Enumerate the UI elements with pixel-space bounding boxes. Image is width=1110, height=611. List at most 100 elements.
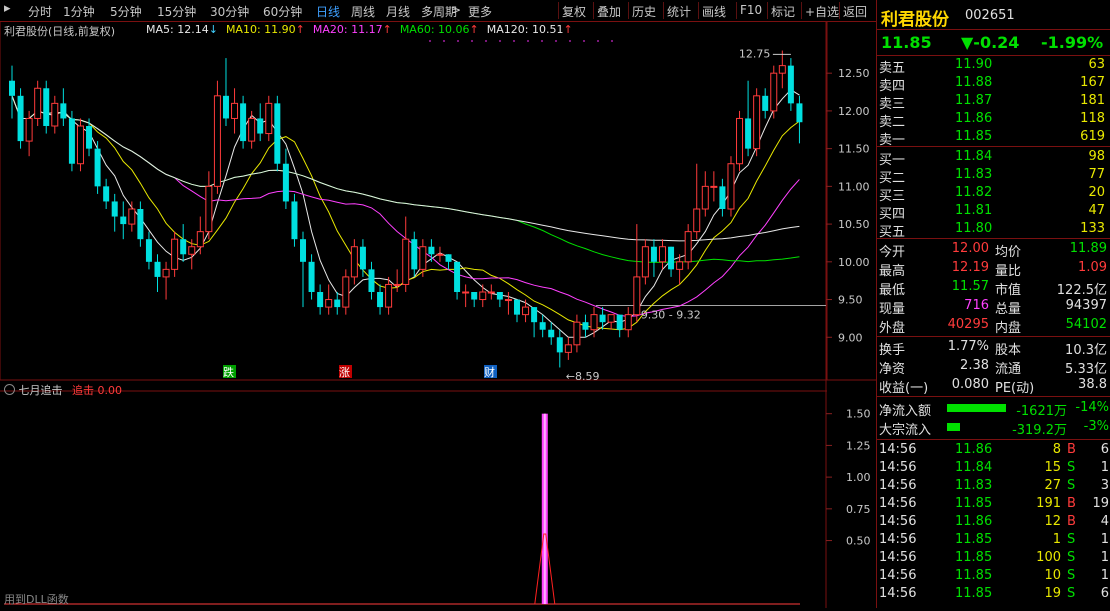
toolbar-button[interactable]: 画线 xyxy=(702,3,726,20)
tick-row[interactable]: 14:56 11.86 8 B 6 xyxy=(877,441,1110,459)
candle[interactable] xyxy=(43,80,50,134)
candle[interactable] xyxy=(265,95,273,142)
candle[interactable] xyxy=(513,299,520,323)
candle[interactable] xyxy=(402,216,410,292)
ask-row[interactable]: 卖一 11.85 619 xyxy=(877,128,1110,148)
toolbar-button[interactable]: 返回 xyxy=(843,3,867,20)
candle[interactable] xyxy=(76,118,84,172)
bid-row[interactable]: 买一 11.84 98 xyxy=(877,148,1110,168)
period-tab[interactable]: 更多 xyxy=(468,3,492,20)
candle[interactable] xyxy=(377,284,384,315)
bid-row[interactable]: 买五 11.80 133 xyxy=(877,220,1110,240)
period-tab[interactable]: 5分钟 xyxy=(110,3,142,20)
toolbar-button[interactable]: 复权 xyxy=(562,3,586,20)
candle[interactable] xyxy=(137,201,144,247)
candle[interactable] xyxy=(564,337,572,360)
candle[interactable] xyxy=(787,58,794,111)
candle[interactable] xyxy=(17,88,24,149)
candle[interactable] xyxy=(60,88,67,126)
period-tab[interactable]: 周线 xyxy=(351,3,375,20)
candle[interactable] xyxy=(633,224,641,323)
candle[interactable] xyxy=(556,329,563,368)
candle[interactable] xyxy=(222,58,229,126)
candle[interactable] xyxy=(282,148,289,209)
toolbar-button[interactable]: 叠加 xyxy=(597,3,621,20)
candle[interactable] xyxy=(300,231,307,308)
candle[interactable] xyxy=(162,261,170,300)
candle[interactable] xyxy=(548,322,555,345)
candle[interactable] xyxy=(103,178,110,209)
bid-row[interactable]: 买二 11.83 77 xyxy=(877,166,1110,186)
candle[interactable] xyxy=(624,307,632,338)
period-tab[interactable]: 60分钟 xyxy=(263,3,302,20)
candle[interactable] xyxy=(778,50,786,89)
tick-row[interactable]: 14:56 11.85 1 S 1 xyxy=(877,531,1110,549)
tick-row[interactable]: 14:56 11.85 10 S 1 xyxy=(877,567,1110,585)
toolbar-button[interactable]: 标记 xyxy=(771,3,795,20)
candle[interactable] xyxy=(745,80,752,157)
candle[interactable] xyxy=(317,284,324,315)
candle[interactable] xyxy=(796,95,803,144)
candle[interactable] xyxy=(727,156,735,217)
candle[interactable] xyxy=(325,284,333,315)
candle[interactable] xyxy=(658,239,666,270)
candle[interactable] xyxy=(599,307,606,330)
tick-row[interactable]: 14:56 11.83 27 S 3 xyxy=(877,477,1110,495)
candle[interactable] xyxy=(94,141,101,194)
candle[interactable] xyxy=(428,239,435,262)
candle[interactable] xyxy=(454,261,461,300)
candle[interactable] xyxy=(479,284,487,308)
candle[interactable] xyxy=(573,314,581,353)
candle[interactable] xyxy=(342,269,350,315)
candle[interactable] xyxy=(257,103,264,142)
candle[interactable] xyxy=(753,88,761,157)
candle[interactable] xyxy=(128,201,136,232)
period-tab[interactable]: 分时 xyxy=(28,3,52,20)
candle[interactable] xyxy=(668,246,675,277)
candle[interactable] xyxy=(607,314,615,330)
candle[interactable] xyxy=(274,95,281,172)
tick-row[interactable]: 14:56 11.85 100 S 1 xyxy=(877,549,1110,567)
candle[interactable] xyxy=(616,314,623,338)
candle[interactable] xyxy=(504,292,512,315)
candle[interactable] xyxy=(770,65,778,119)
ask-row[interactable]: 卖四 11.88 167 xyxy=(877,74,1110,94)
more-arrow-icon[interactable]: > xyxy=(451,3,461,17)
candle[interactable] xyxy=(308,254,315,300)
candle[interactable] xyxy=(719,178,726,217)
candle[interactable] xyxy=(393,269,401,292)
event-marker[interactable]: 财 xyxy=(484,365,497,379)
toolbar-button[interactable]: F10 xyxy=(740,3,762,17)
ask-row[interactable]: 卖五 11.90 63 xyxy=(877,56,1110,76)
candle[interactable] xyxy=(445,254,452,270)
candle[interactable] xyxy=(51,95,59,134)
candle[interactable] xyxy=(693,163,701,240)
chart-area[interactable]: 12.50 12.00 11.50 11.00 10.50 10.00 9.50 9.00 12… xyxy=(0,20,876,608)
tick-row[interactable]: 14:56 11.86 12 B 4 xyxy=(877,513,1110,531)
candle[interactable] xyxy=(205,171,213,240)
candle[interactable] xyxy=(231,88,239,134)
candle[interactable] xyxy=(436,246,444,262)
event-marker[interactable]: 跌 xyxy=(223,365,236,379)
candle[interactable] xyxy=(120,201,127,240)
period-tab[interactable]: 1分钟 xyxy=(63,3,95,20)
candle[interactable] xyxy=(736,110,744,172)
tick-row[interactable]: 14:56 11.85 19 S 6 xyxy=(877,585,1110,603)
period-tab[interactable]: 30分钟 xyxy=(210,3,249,20)
tick-row[interactable]: 14:56 11.84 15 S 1 xyxy=(877,459,1110,477)
candle[interactable] xyxy=(676,254,684,285)
candle[interactable] xyxy=(350,239,358,285)
candle[interactable] xyxy=(9,65,15,119)
candle[interactable] xyxy=(334,292,341,315)
candle[interactable] xyxy=(25,110,33,157)
sub-chart-menu-icon[interactable] xyxy=(4,384,15,395)
toolbar-button[interactable]: 历史 xyxy=(632,3,656,20)
candle[interactable] xyxy=(531,307,538,338)
period-tab[interactable]: 月线 xyxy=(386,3,410,20)
ask-row[interactable]: 卖三 11.87 181 xyxy=(877,92,1110,112)
candle[interactable] xyxy=(762,88,769,119)
play-icon[interactable]: ▸ xyxy=(4,1,11,16)
candle[interactable] xyxy=(240,95,247,149)
candle[interactable] xyxy=(539,314,546,338)
candle[interactable] xyxy=(487,284,495,300)
